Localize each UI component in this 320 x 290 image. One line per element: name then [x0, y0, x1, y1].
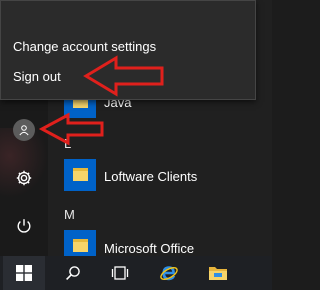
- taskbar: [0, 256, 272, 290]
- internet-explorer-button[interactable]: [148, 256, 190, 290]
- file-explorer-icon: [209, 267, 227, 280]
- internet-explorer-icon: [160, 266, 178, 281]
- file-explorer-button[interactable]: [197, 256, 239, 290]
- search-button[interactable]: [52, 256, 94, 290]
- annotation-overlay: [38, 55, 164, 146]
- sign-out-arrow-annotation: [83, 55, 164, 97]
- task-view-icon: [111, 266, 129, 280]
- start-button[interactable]: [3, 256, 45, 290]
- search-icon: [66, 266, 80, 280]
- windows-start-icon: [16, 265, 32, 281]
- user-account-arrow-annotation: [38, 112, 104, 146]
- task-view-button[interactable]: [99, 256, 141, 290]
